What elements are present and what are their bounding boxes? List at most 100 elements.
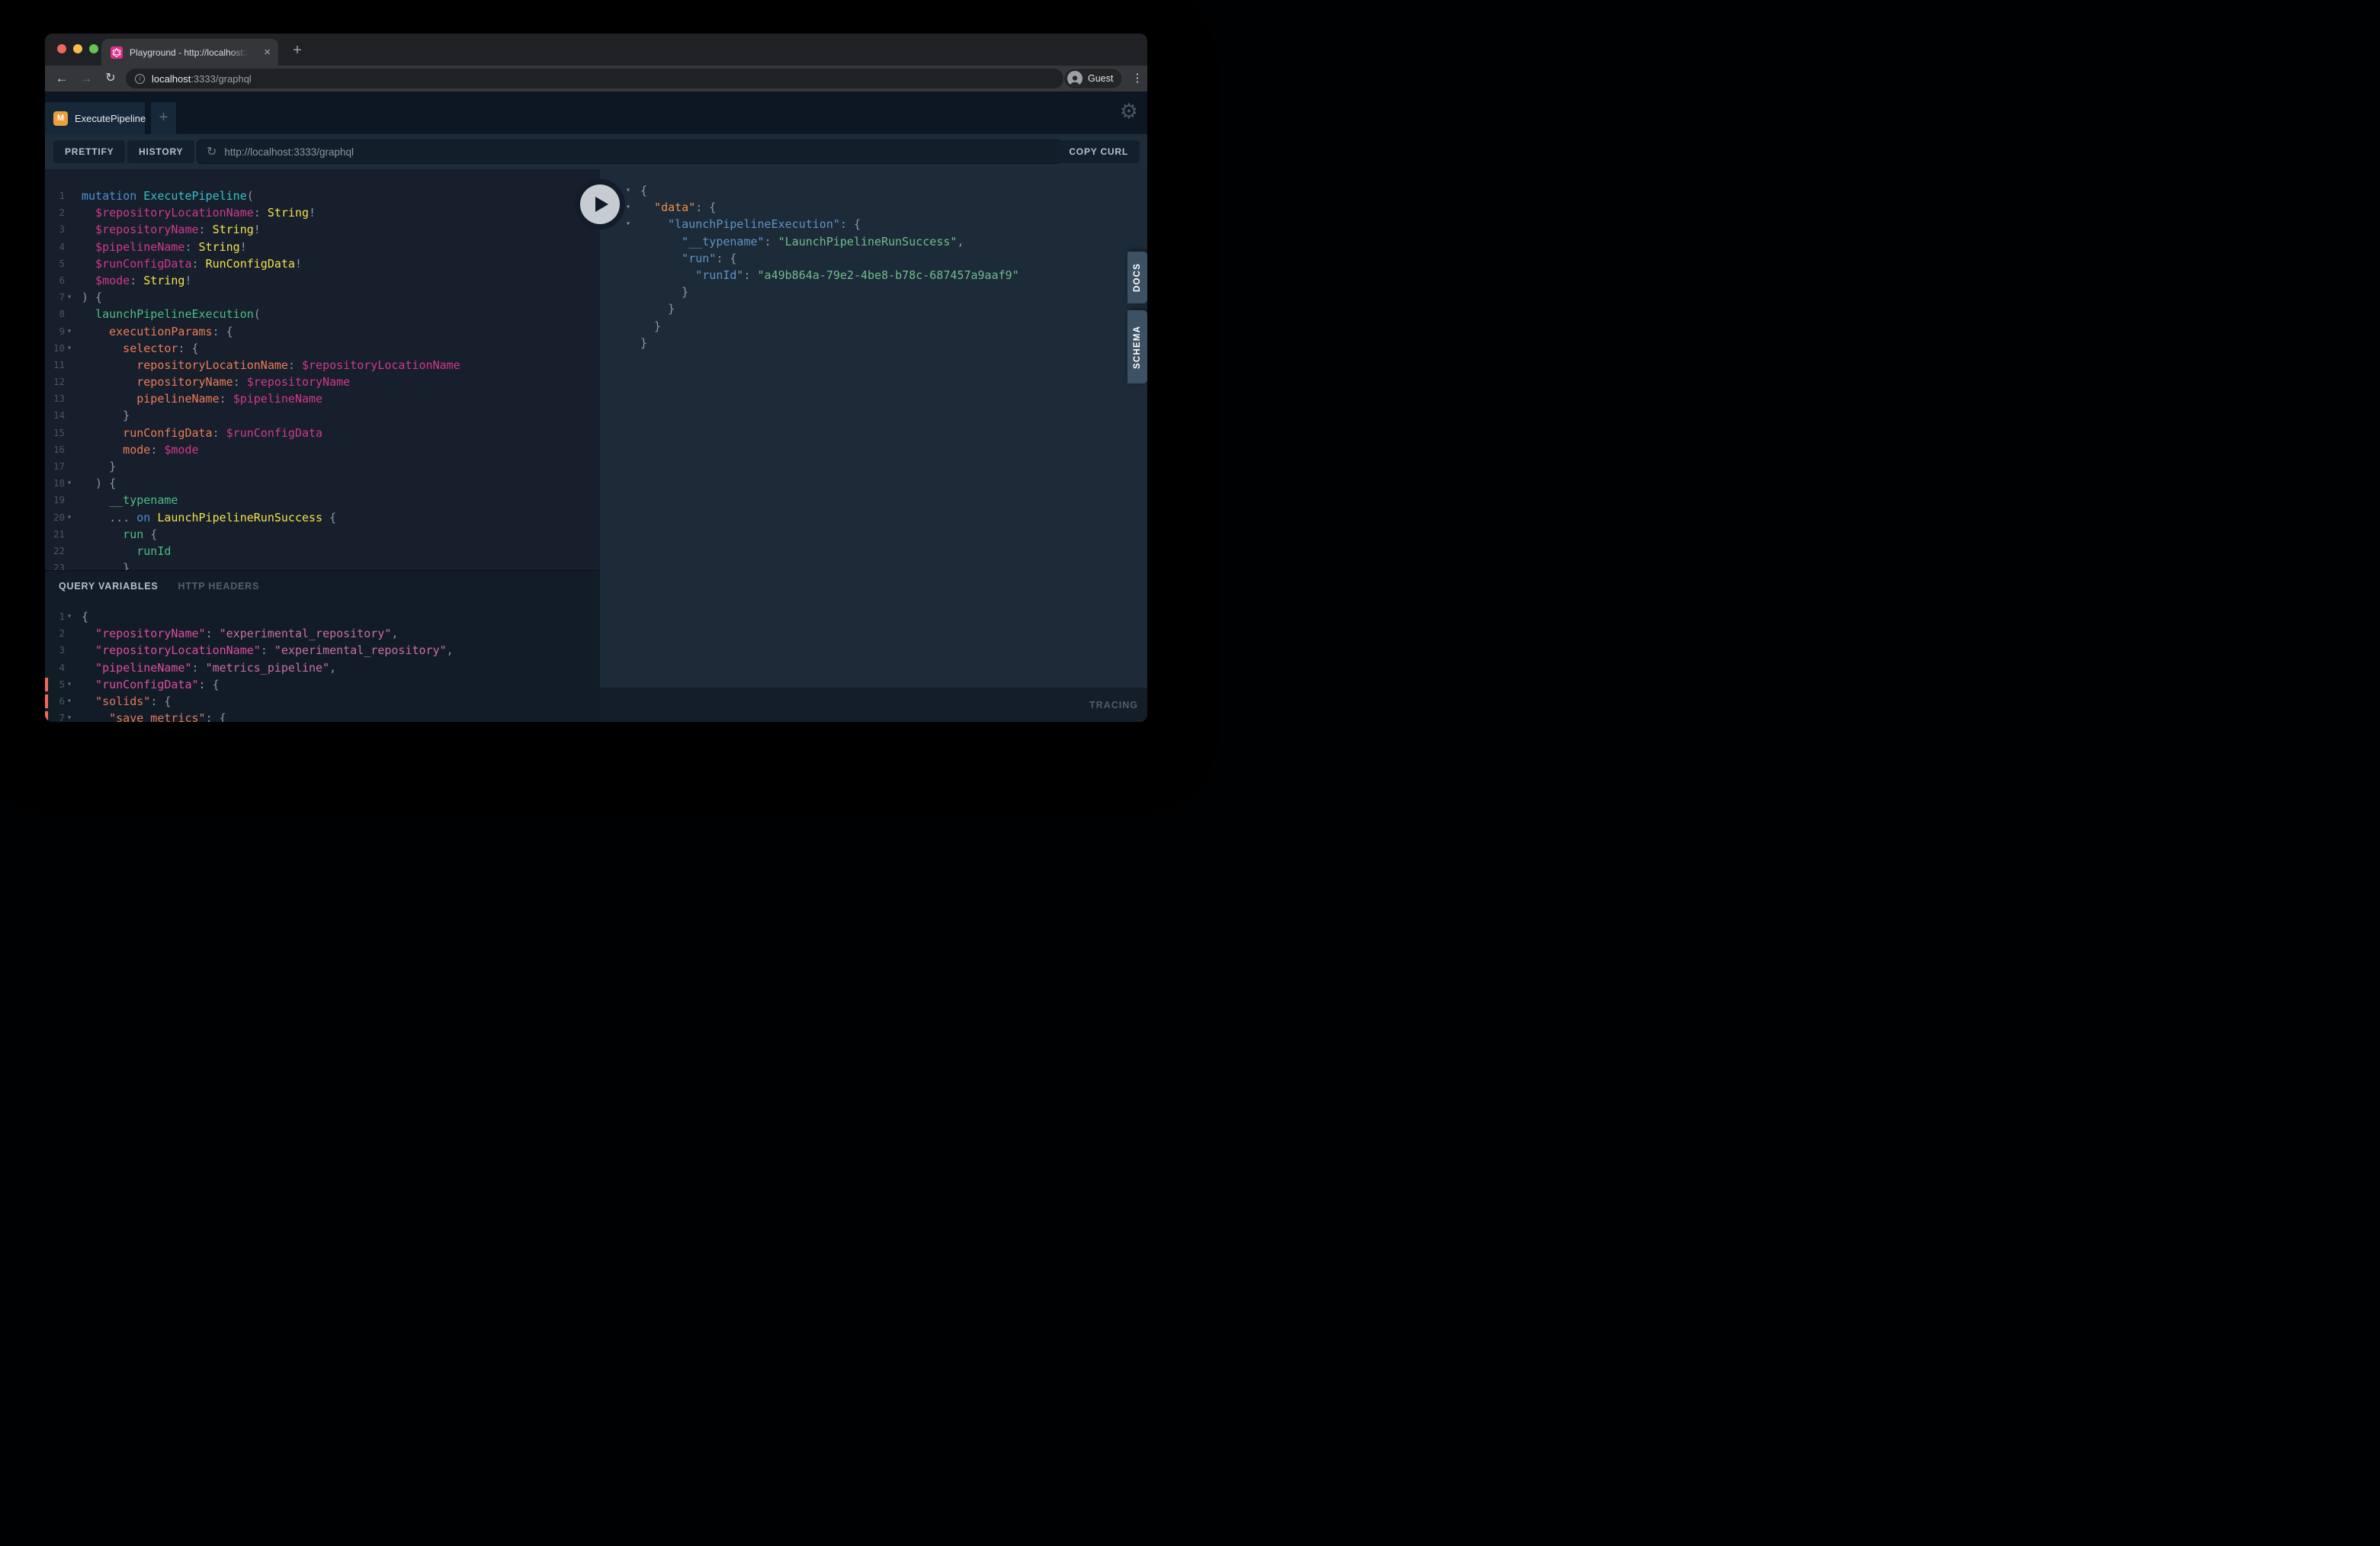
fullscreen-window-button[interactable] bbox=[89, 44, 98, 53]
browser-new-tab-button[interactable]: + bbox=[287, 41, 307, 61]
query-editor[interactable]: 1mutation ExecutePipeline(2 $repositoryL… bbox=[45, 169, 600, 722]
code-token: ! bbox=[309, 206, 316, 220]
code-token: repositoryLocationName bbox=[82, 358, 288, 372]
code-token: mode bbox=[82, 443, 150, 457]
code-line: 8 launchPipelineExecution( bbox=[45, 306, 600, 322]
endpoint-url: http://localhost:3333/graphql bbox=[224, 146, 354, 158]
code-token: } bbox=[640, 302, 675, 316]
profile-label: Guest bbox=[1088, 73, 1113, 84]
fold-arrow-icon[interactable]: ▾ bbox=[67, 340, 72, 357]
code-token: $repositoryLocationName bbox=[82, 206, 254, 220]
code-token: : { bbox=[206, 711, 226, 722]
line-number: 15 bbox=[45, 425, 65, 441]
code-token: $repositoryName bbox=[247, 375, 350, 389]
line-number: 4 bbox=[45, 239, 65, 255]
code-token: : bbox=[288, 358, 302, 372]
code-token: String bbox=[268, 206, 309, 220]
profile-button[interactable]: Guest bbox=[1063, 68, 1123, 89]
history-button[interactable]: HISTORY bbox=[127, 140, 194, 163]
fold-arrow-icon[interactable]: ▾ bbox=[626, 199, 630, 216]
fold-arrow-icon[interactable]: ▾ bbox=[67, 710, 72, 722]
mutation-badge: M bbox=[53, 111, 68, 126]
schema-side-tab[interactable]: SCHEMA bbox=[1127, 310, 1147, 383]
code-token: ... bbox=[82, 511, 136, 524]
code-token: } bbox=[640, 319, 661, 333]
browser-tabstrip: Playground - http://localhost:3 × + bbox=[45, 34, 1147, 66]
code-line: 11 repositoryLocationName: $repositoryLo… bbox=[45, 357, 600, 374]
code-token: { bbox=[322, 511, 336, 524]
tab-http-headers[interactable]: HTTP HEADERS bbox=[178, 581, 260, 592]
fold-arrow-icon[interactable]: ▾ bbox=[67, 608, 72, 625]
code-line: 20▾ ... on LaunchPipelineRunSuccess { bbox=[45, 509, 600, 526]
code-line: 14 } bbox=[45, 407, 600, 424]
fold-arrow-icon[interactable]: ▾ bbox=[67, 323, 72, 340]
code-token: "save_metrics" bbox=[82, 711, 206, 722]
browser-tab-close-icon[interactable]: × bbox=[264, 47, 271, 58]
line-number: 16 bbox=[45, 441, 65, 458]
code-line: 10▾ selector: { bbox=[45, 340, 600, 357]
code-token: { bbox=[82, 610, 88, 624]
line-number: 6 bbox=[45, 272, 65, 289]
site-info-icon[interactable]: i bbox=[135, 74, 145, 84]
code-token: : bbox=[206, 627, 220, 640]
tracing-toggle[interactable]: TRACING bbox=[1089, 700, 1138, 710]
fold-arrow-icon[interactable]: ▾ bbox=[67, 676, 72, 693]
code-line: } bbox=[600, 300, 1147, 317]
code-token: "__typename" bbox=[640, 235, 765, 249]
line-number: 8 bbox=[45, 306, 65, 322]
browser-tab-title: Playground - http://localhost:3 bbox=[130, 47, 252, 58]
settings-gear-icon[interactable]: ⚙ bbox=[1120, 100, 1138, 123]
code-token: : { bbox=[716, 252, 736, 265]
code-token: : bbox=[261, 643, 274, 657]
code-token: executionParams bbox=[82, 325, 213, 338]
line-number: 7 bbox=[45, 289, 65, 306]
execute-play-button[interactable] bbox=[575, 179, 625, 229]
playground-tab[interactable]: M ExecutePipeline × bbox=[45, 102, 145, 134]
fold-arrow-icon[interactable]: ▾ bbox=[67, 509, 72, 526]
code-line: "run": { bbox=[600, 250, 1147, 267]
fold-arrow-icon[interactable]: ▾ bbox=[67, 693, 72, 710]
code-token: $pipelineName bbox=[233, 392, 322, 406]
fold-arrow-icon[interactable]: ▾ bbox=[626, 216, 630, 233]
code-line: 13 pipelineName: $pipelineName bbox=[45, 390, 600, 407]
query-code: 1mutation ExecutePipeline(2 $repositoryL… bbox=[45, 188, 600, 576]
variables-code[interactable]: 1▾{2 "repositoryName": "experimental_rep… bbox=[45, 608, 600, 722]
fold-arrow-icon[interactable]: ▾ bbox=[626, 182, 630, 199]
code-token: "repositoryLocationName" bbox=[82, 643, 261, 657]
code-token: , bbox=[391, 627, 398, 640]
docs-side-tab[interactable]: DOCS bbox=[1127, 252, 1147, 303]
code-token: runConfigData bbox=[82, 426, 213, 440]
address-bar[interactable]: i localhost:3333/graphql bbox=[126, 69, 1063, 88]
forward-icon[interactable]: → bbox=[75, 66, 97, 91]
code-token: : bbox=[220, 392, 233, 406]
code-line: 21 run { bbox=[45, 526, 600, 543]
reload-schema-icon[interactable]: ↺ bbox=[207, 144, 217, 159]
prettify-button[interactable]: PRETTIFY bbox=[53, 140, 125, 163]
code-line: 4 "pipelineName": "metrics_pipeline", bbox=[45, 659, 600, 676]
response-pane: ▾{▾ "data": {▾ "launchPipelineExecution"… bbox=[600, 169, 1147, 722]
code-token: $runConfigData bbox=[82, 257, 192, 271]
line-number: 14 bbox=[45, 407, 65, 424]
playground-header: M ExecutePipeline × + ⚙ bbox=[45, 91, 1147, 134]
browser-menu-icon[interactable]: ⋮ bbox=[1129, 69, 1146, 88]
line-number: 17 bbox=[45, 458, 65, 475]
fold-arrow-icon[interactable]: ▾ bbox=[67, 475, 72, 492]
copy-curl-button[interactable]: COPY CURL bbox=[1057, 140, 1140, 163]
fold-arrow-icon[interactable]: ▾ bbox=[67, 289, 72, 306]
minimize-window-button[interactable] bbox=[73, 44, 82, 53]
tab-query-variables[interactable]: QUERY VARIABLES bbox=[59, 581, 159, 592]
playground-new-tab-button[interactable]: + bbox=[151, 102, 176, 134]
browser-tab[interactable]: Playground - http://localhost:3 × bbox=[101, 39, 278, 66]
line-number: 19 bbox=[45, 492, 65, 508]
code-token: : bbox=[743, 268, 757, 282]
code-token: : bbox=[765, 235, 778, 249]
code-token: launchPipelineExecution bbox=[82, 307, 254, 321]
close-window-button[interactable] bbox=[57, 44, 66, 53]
code-line: 2 $repositoryLocationName: String! bbox=[45, 204, 600, 221]
line-number: 4 bbox=[45, 659, 65, 676]
code-line: 2 "repositoryName": "experimental_reposi… bbox=[45, 625, 600, 642]
code-token: ExecutePipeline bbox=[143, 189, 246, 203]
reload-icon[interactable]: ↻ bbox=[100, 66, 121, 91]
back-icon[interactable]: ← bbox=[51, 66, 72, 91]
endpoint-input[interactable]: ↺ http://localhost:3333/graphql bbox=[197, 140, 1062, 164]
